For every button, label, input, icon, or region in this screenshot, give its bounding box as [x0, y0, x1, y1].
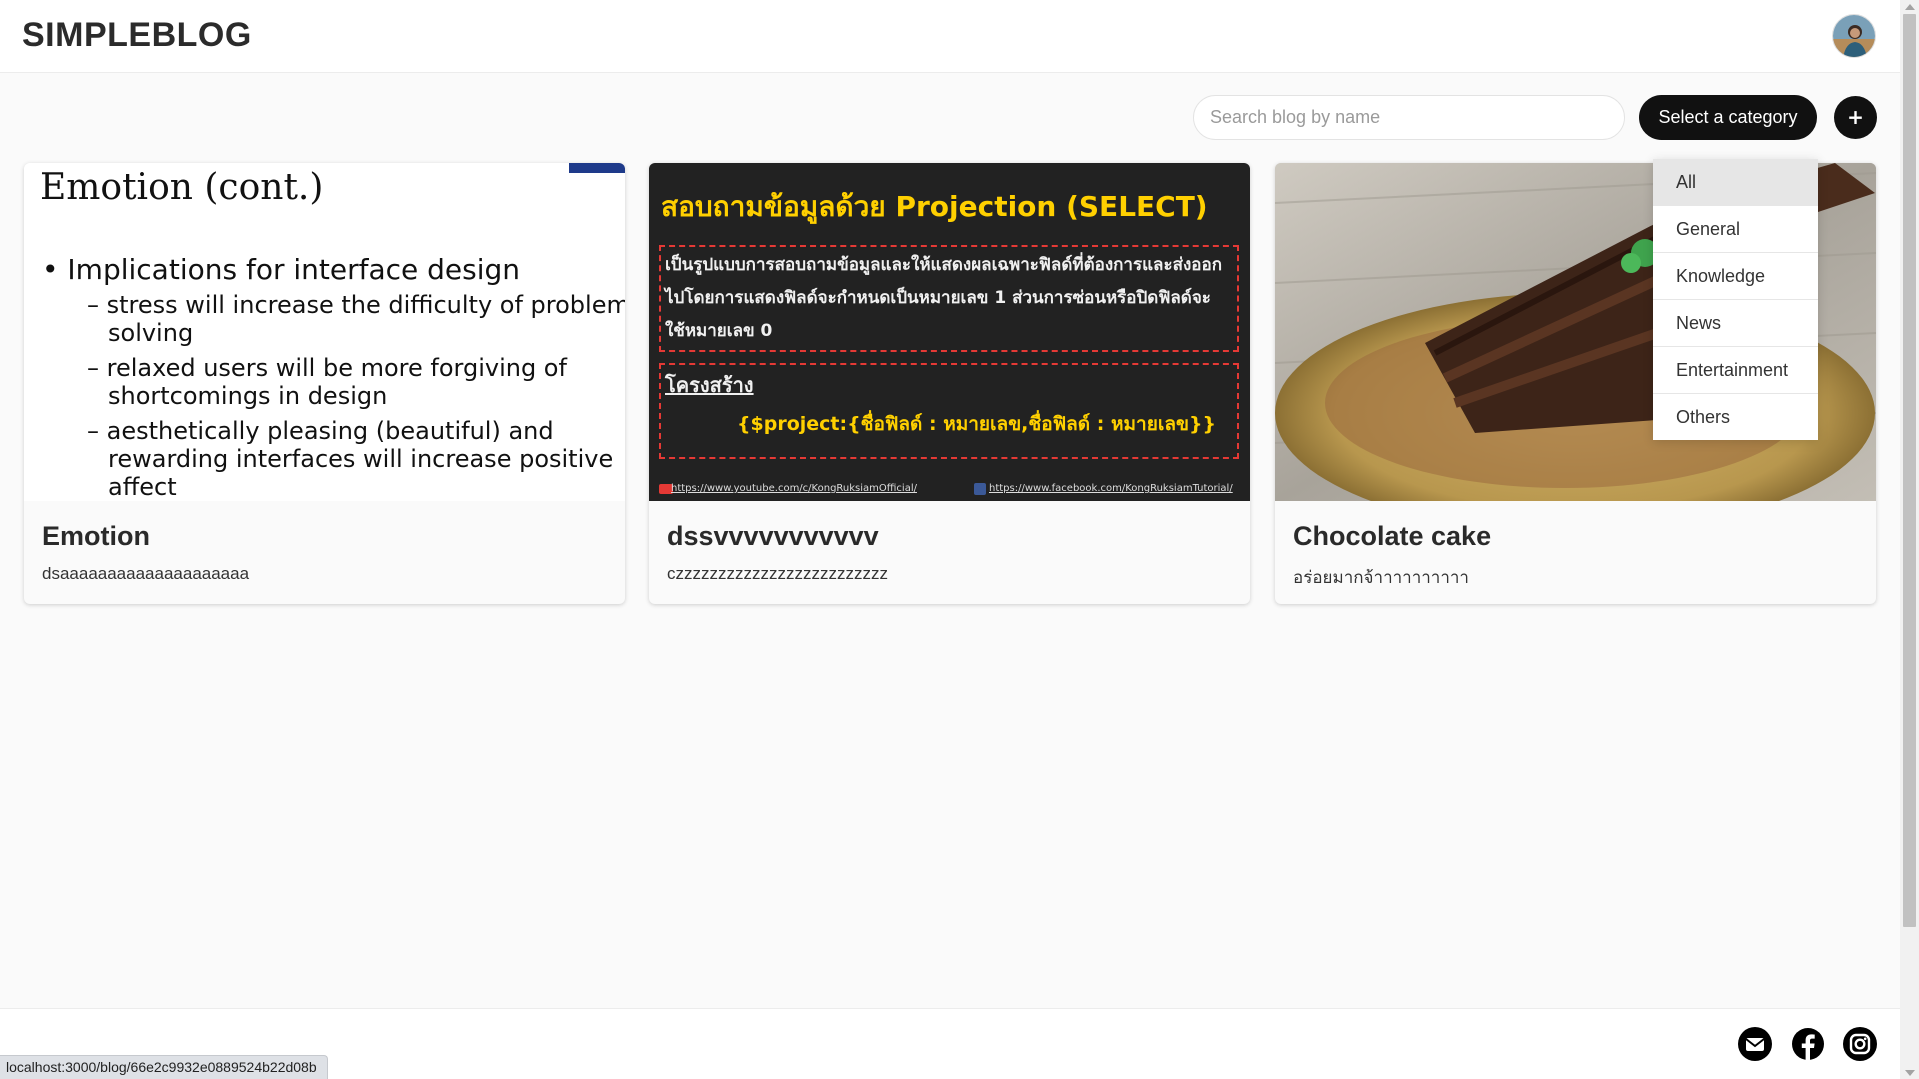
instagram-icon[interactable]	[1843, 1027, 1877, 1061]
slide-structure-label: โครงสร้าง	[665, 373, 754, 397]
scroll-down-arrow-icon[interactable]	[1905, 1070, 1915, 1076]
blog-description: dsaaaaaaaaaaaaaaaaaaaa	[42, 564, 250, 583]
scrollbar-thumb[interactable]	[1903, 14, 1916, 927]
brand-logo[interactable]: SIMPLEBLOG	[22, 16, 252, 55]
category-option-knowledge[interactable]: Knowledge	[1653, 253, 1818, 300]
blog-card[interactable]: Emotion (cont.) • Implications for inter…	[24, 163, 625, 604]
blog-card[interactable]: สอบถามข้อมูลด้วย Projection (SELECT) เป็…	[649, 163, 1250, 604]
add-blog-button[interactable]: +	[1834, 96, 1877, 139]
facebook-icon	[974, 483, 986, 495]
slide-heading: Emotion (cont.)	[40, 167, 324, 208]
category-option-others[interactable]: Others	[1653, 394, 1818, 441]
slide-corner-decoration	[569, 163, 625, 173]
facebook-icon[interactable]	[1791, 1027, 1825, 1061]
blog-description: อร่อยมากจ้าาาาาาาาาา	[1293, 568, 1469, 587]
slide-subpoint: rewarding interfaces will increase posit…	[108, 445, 614, 473]
email-icon[interactable]	[1738, 1027, 1772, 1061]
slide-subpoint: affect	[108, 473, 177, 501]
slide-body-text: เป็นรูปแบบการสอบถามข้อมูลและให้แสดงผลเฉพ…	[665, 255, 1222, 341]
slide-subpoint: – aesthetically pleasing (beautiful) and	[87, 417, 554, 445]
slide-code: {$project:{ชื่อฟิลด์ : หมายเลข,ชื่อฟิลด์…	[737, 413, 1216, 435]
blog-thumbnail: สอบถามข้อมูลด้วย Projection (SELECT) เป็…	[649, 163, 1250, 501]
blog-title: Chocolate cake	[1293, 521, 1492, 551]
top-navbar: SIMPLEBLOG	[0, 0, 1900, 73]
blog-description: czzzzzzzzzzzzzzzzzzzzzzzzz	[667, 564, 888, 583]
select-category-button[interactable]: Select a category	[1639, 95, 1817, 140]
slide-subpoint: shortcomings in design	[108, 382, 388, 410]
category-option-general[interactable]: General	[1653, 206, 1818, 253]
slide-bullet: • Implications for interface design	[42, 253, 521, 286]
slide-heading: สอบถามข้อมูลด้วย Projection (SELECT)	[661, 190, 1208, 223]
blog-thumbnail: Emotion (cont.) • Implications for inter…	[24, 163, 625, 501]
slide-subpoint: – stress will increase the difficulty of…	[87, 291, 625, 319]
slide-subpoint: – relaxed users will be more forgiving o…	[87, 354, 567, 382]
category-option-all[interactable]: All	[1653, 159, 1818, 206]
blog-title: dssvvvvvvvvvvv	[667, 521, 879, 551]
category-option-news[interactable]: News	[1653, 300, 1818, 347]
category-dropdown-menu: All General Knowledge News Entertainment…	[1653, 159, 1818, 440]
search-input[interactable]	[1193, 95, 1625, 140]
category-option-entertainment[interactable]: Entertainment	[1653, 347, 1818, 394]
slide-subpoint: solving	[108, 319, 194, 347]
scroll-up-arrow-icon[interactable]	[1905, 4, 1915, 10]
browser-status-url: localhost:3000/blog/66e2c9932e0889524b22…	[0, 1055, 328, 1079]
blog-title: Emotion	[42, 521, 150, 551]
slide-youtube-link: https://www.youtube.com/c/KongRuksiamOff…	[671, 483, 917, 494]
user-avatar-icon[interactable]	[1832, 14, 1876, 58]
slide-facebook-link: https://www.facebook.com/KongRuksiamTuto…	[989, 483, 1233, 494]
